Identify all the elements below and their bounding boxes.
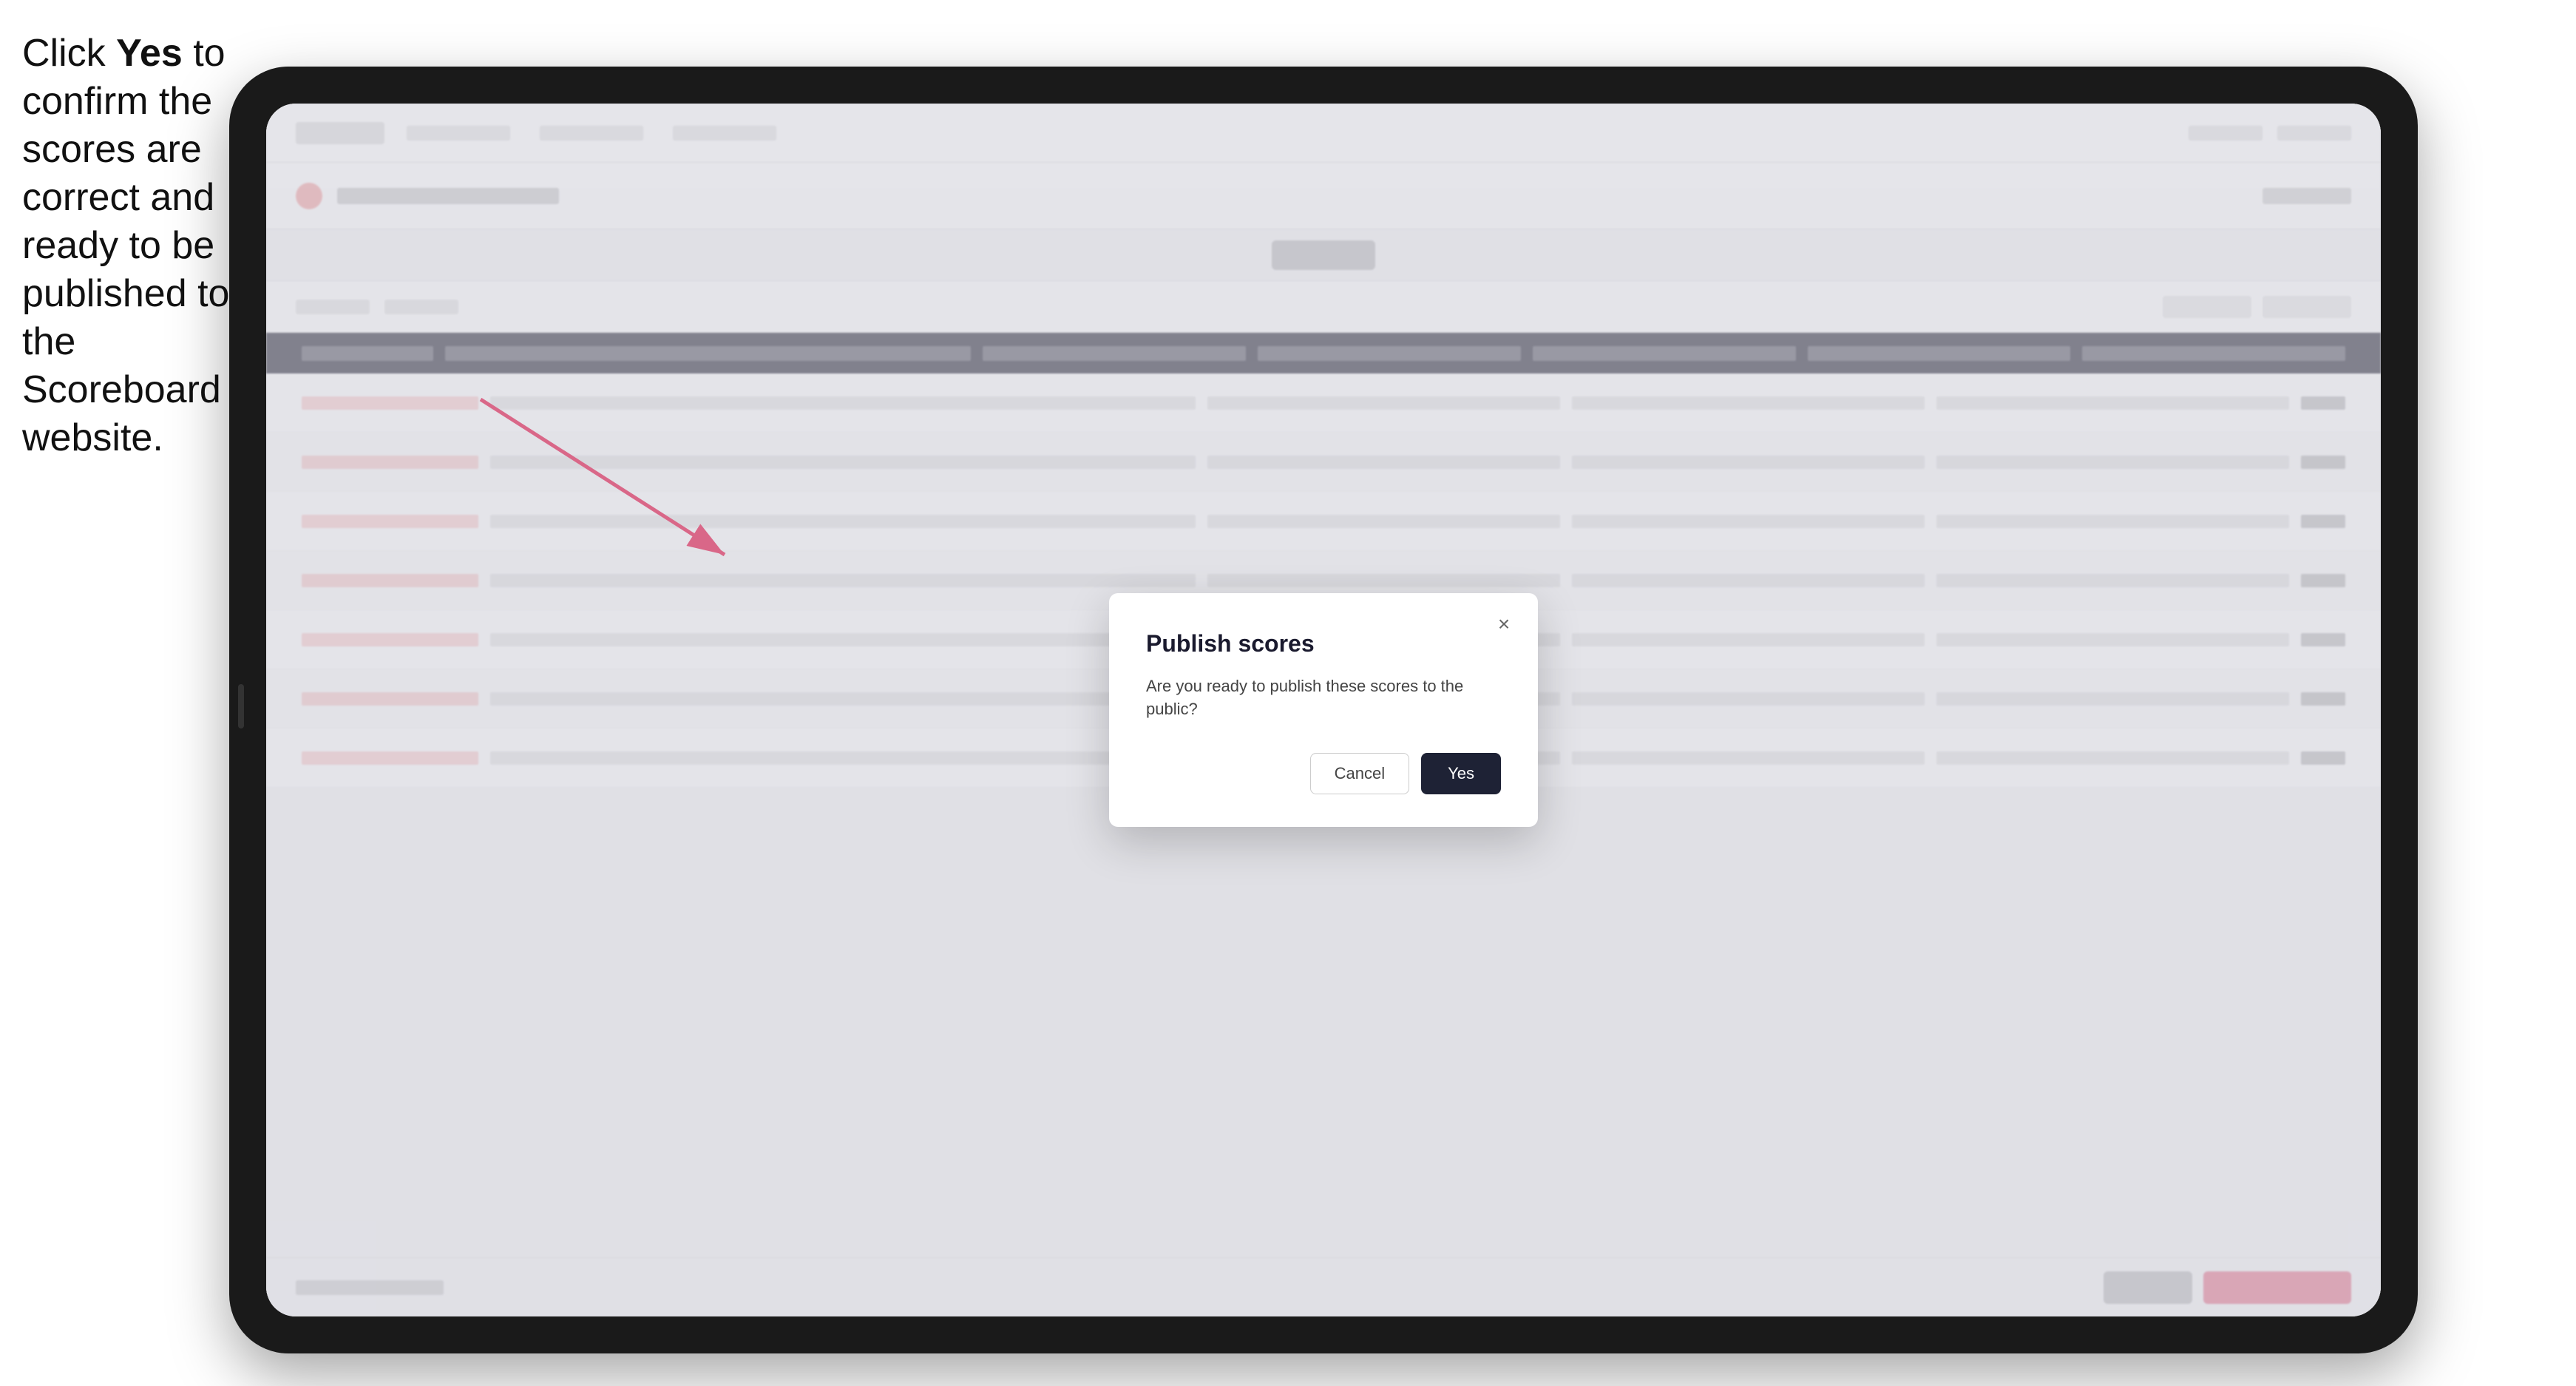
app-screen: × Publish scores Are you ready to publis… — [266, 104, 2381, 1316]
modal-body-text: Are you ready to publish these scores to… — [1146, 675, 1501, 721]
instruction-bold: Yes — [116, 32, 183, 75]
tablet-screen: × Publish scores Are you ready to publis… — [266, 104, 2381, 1316]
publish-scores-modal: × Publish scores Are you ready to publis… — [1109, 593, 1538, 828]
instruction-suffix: to confirm the scores are correct and re… — [22, 32, 229, 459]
modal-actions: Cancel Yes — [1146, 753, 1501, 794]
modal-close-button[interactable]: × — [1491, 611, 1517, 638]
instruction-prefix: Click — [22, 32, 116, 75]
tablet-device: × Publish scores Are you ready to publis… — [229, 67, 2418, 1353]
modal-overlay: × Publish scores Are you ready to publis… — [266, 104, 2381, 1316]
cancel-button[interactable]: Cancel — [1310, 753, 1409, 794]
modal-title: Publish scores — [1146, 630, 1501, 657]
yes-button[interactable]: Yes — [1421, 753, 1501, 794]
instruction-text: Click Yes to confirm the scores are corr… — [22, 30, 237, 462]
tablet-side-button — [238, 684, 244, 729]
